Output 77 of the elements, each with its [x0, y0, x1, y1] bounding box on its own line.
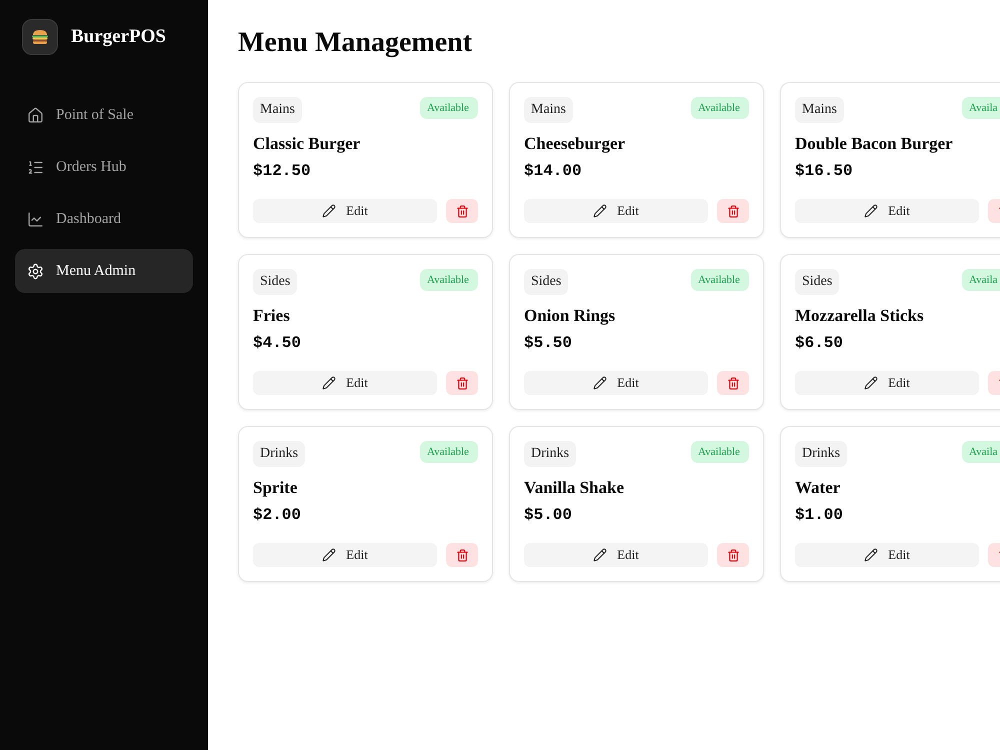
- category-tag: Mains: [795, 97, 844, 123]
- category-tag: Drinks: [253, 441, 306, 467]
- delete-button[interactable]: [446, 543, 478, 567]
- status-badge: Available: [691, 269, 749, 291]
- edit-button[interactable]: Edit: [795, 543, 979, 567]
- item-name: Classic Burger: [253, 133, 362, 155]
- pencil-icon: [593, 204, 608, 218]
- nav-item[interactable]: Orders Hub: [15, 145, 193, 189]
- status-badge: Available: [691, 97, 749, 119]
- app-name: BurgerPOS: [71, 25, 166, 49]
- delete-button[interactable]: [446, 199, 478, 223]
- status-badge: Available: [420, 441, 478, 463]
- status-badge: Availa: [962, 441, 1000, 463]
- category-tag: Sides: [795, 269, 840, 295]
- item-name: Cheeseburger: [524, 133, 626, 155]
- item-price: $2.00: [253, 505, 302, 526]
- item-price: $5.50: [524, 333, 574, 354]
- item-name: Fries: [253, 305, 291, 327]
- numbered-list-icon: [27, 158, 44, 176]
- trash-icon: [456, 548, 468, 562]
- category-tag: Sides: [524, 269, 568, 295]
- item-price: $4.50: [253, 333, 302, 354]
- trash-icon: [726, 376, 740, 390]
- item-price: $6.50: [795, 333, 844, 354]
- edit-button[interactable]: Edit: [253, 543, 437, 567]
- delete-button[interactable]: [446, 371, 478, 395]
- item-price: $1.00: [795, 505, 844, 526]
- edit-button[interactable]: Edit: [253, 199, 437, 223]
- nav-item[interactable]: Dashboard: [15, 197, 193, 241]
- category-tag: Mains: [253, 97, 302, 123]
- trash-icon: [456, 376, 468, 390]
- edit-button[interactable]: Edit: [524, 371, 708, 395]
- edit-button[interactable]: Edit: [524, 543, 708, 567]
- category-tag: Sides: [253, 269, 298, 295]
- item-price: $14.00: [524, 161, 583, 182]
- trash-icon: [456, 204, 468, 218]
- delete-button[interactable]: [717, 199, 749, 223]
- pencil-icon: [864, 548, 878, 562]
- house-icon: [27, 106, 44, 124]
- status-badge: Available: [691, 441, 749, 463]
- item-price: $12.50: [253, 161, 312, 182]
- trash-icon: [726, 548, 740, 562]
- category-tag: Drinks: [795, 441, 848, 467]
- pencil-icon: [864, 376, 878, 390]
- trash-icon: [726, 204, 740, 218]
- category-tag: Mains: [524, 97, 573, 123]
- edit-button[interactable]: Edit: [253, 371, 437, 395]
- status-badge: Availa: [962, 97, 1000, 119]
- delete-button[interactable]: [717, 543, 749, 567]
- item-name: Sprite: [253, 477, 298, 499]
- pencil-icon: [864, 204, 878, 218]
- item-price: $16.50: [795, 161, 854, 182]
- status-badge: Available: [420, 97, 478, 119]
- edit-button[interactable]: Edit: [795, 371, 979, 395]
- item-name: Double Bacon Burger: [795, 133, 954, 155]
- pencil-icon: [322, 548, 336, 562]
- page-title: Menu Management: [238, 26, 474, 60]
- status-badge: Available: [420, 269, 478, 291]
- line-chart-icon: [27, 210, 44, 228]
- pencil-icon: [322, 204, 336, 218]
- edit-button[interactable]: Edit: [524, 199, 708, 223]
- item-name: Onion Rings: [524, 305, 616, 327]
- item-name: Vanilla Shake: [524, 477, 625, 499]
- burger-icon: [31, 29, 49, 45]
- item-name: Water: [795, 477, 842, 499]
- nav-item[interactable]: Menu Admin: [15, 249, 193, 293]
- category-tag: Drinks: [524, 441, 576, 467]
- edit-button[interactable]: Edit: [795, 199, 979, 223]
- nav-item[interactable]: Point of Sale: [15, 93, 193, 137]
- pencil-icon: [322, 376, 336, 390]
- item-price: $5.00: [524, 505, 574, 526]
- status-badge: Availa: [962, 269, 1000, 291]
- pencil-icon: [593, 376, 608, 390]
- delete-button[interactable]: [717, 371, 749, 395]
- pencil-icon: [593, 548, 608, 562]
- item-name: Mozzarella Sticks: [795, 305, 925, 327]
- settings-icon: [27, 262, 44, 280]
